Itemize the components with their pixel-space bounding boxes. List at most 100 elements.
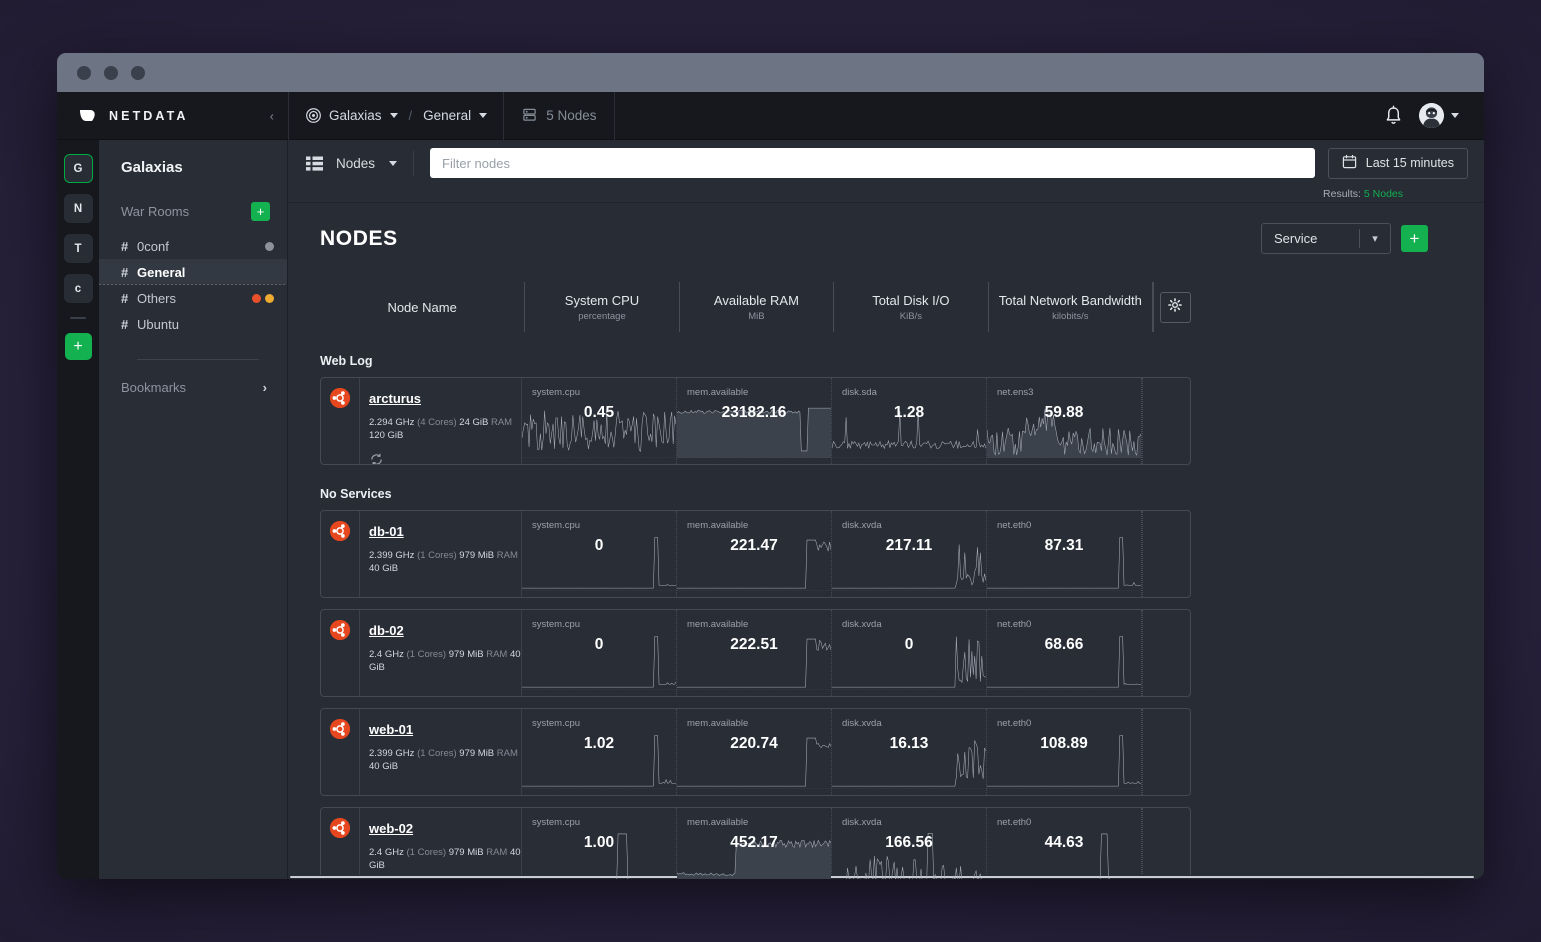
sidebar-item-label: 0conf: [137, 239, 265, 254]
sidebar-item-general[interactable]: # General: [99, 259, 287, 285]
metric-cell-mem-available[interactable]: mem.available 221.47: [677, 511, 832, 597]
table-row[interactable]: db-02 2.4 GHz (1 Cores) 979 MiB RAM 40 G…: [320, 609, 1191, 697]
metric-cell-net-eth0[interactable]: net.eth0 108.89: [987, 709, 1142, 795]
metric-value: 108.89: [987, 735, 1141, 753]
node-name-link[interactable]: web-01: [369, 722, 413, 737]
metric-cell-disk-xvda[interactable]: disk.xvda 217.11: [832, 511, 987, 597]
node-os-cell: [321, 378, 360, 464]
column-header-total-disk-io[interactable]: Total Disk I/O KiB/s: [833, 282, 987, 332]
add-space-button[interactable]: +: [65, 333, 92, 360]
node-memory: 979 MiB: [449, 649, 484, 660]
column-header-node-name[interactable]: Node Name: [320, 282, 524, 332]
metric-cell-disk-sda[interactable]: disk.sda 1.28: [832, 378, 987, 464]
node-specs: 2.4 GHz (1 Cores) 979 MiB RAM 40 GiB: [369, 846, 521, 873]
rail-divider: [70, 317, 86, 319]
nav-divider-3: [614, 92, 615, 140]
chevron-down-icon[interactable]: [390, 113, 398, 118]
space-button-c-label: c: [75, 283, 81, 295]
metric-cell-net-eth0[interactable]: net.eth0 68.66: [987, 610, 1142, 696]
metric-label: mem.available: [687, 387, 831, 398]
browser-window: NETDATA ‹ Galaxias /: [57, 53, 1484, 879]
space-button-c[interactable]: c: [64, 274, 93, 303]
user-menu[interactable]: [1419, 103, 1459, 128]
list-view-icon: [306, 156, 323, 171]
node-specs: 2.294 GHz (4 Cores) 24 GiB RAM 120 GiB: [369, 416, 521, 443]
table-row[interactable]: web-02 2.4 GHz (1 Cores) 979 MiB RAM 40 …: [320, 807, 1191, 879]
window-maximize-button[interactable]: [131, 66, 145, 80]
sidebar-item-bookmarks[interactable]: Bookmarks ›: [99, 360, 287, 395]
node-count-button[interactable]: 5 Nodes: [504, 92, 614, 139]
node-name-link[interactable]: db-01: [369, 524, 404, 539]
add-filter-button[interactable]: +: [1401, 225, 1428, 252]
metric-cell-disk-xvda[interactable]: disk.xvda 16.13: [832, 709, 987, 795]
chevron-down-icon[interactable]: [389, 161, 397, 166]
node-name-link[interactable]: db-02: [369, 623, 404, 638]
metric-cell-system-cpu[interactable]: system.cpu 0: [522, 610, 677, 696]
time-range-picker[interactable]: Last 15 minutes: [1328, 148, 1468, 179]
table-row[interactable]: arcturus 2.294 GHz (4 Cores) 24 GiB RAM …: [320, 377, 1191, 465]
node-name-link[interactable]: web-02: [369, 821, 413, 836]
node-memory: 979 MiB: [449, 847, 484, 858]
page-title: NODES: [320, 227, 398, 251]
breadcrumb-room[interactable]: General: [423, 108, 487, 123]
view-type-label: Nodes: [336, 156, 375, 171]
app-body: G N T c + Galaxias Wa: [57, 140, 1484, 879]
breadcrumb: Galaxias / General: [289, 92, 503, 139]
sync-icon[interactable]: [369, 452, 384, 465]
node-memory: 979 MiB: [459, 748, 494, 759]
metric-cell-system-cpu[interactable]: system.cpu 0: [522, 511, 677, 597]
metric-cell-net-ens3[interactable]: net.ens3 59.88: [987, 378, 1142, 464]
column-header-total-network-bandwidth[interactable]: Total Network Bandwidth kilobits/s: [988, 282, 1152, 332]
nodes-scroll-area[interactable]: NODES Service ▾ +: [288, 202, 1484, 879]
metric-cell-mem-available[interactable]: mem.available 220.74: [677, 709, 832, 795]
metric-cell-disk-xvda[interactable]: disk.xvda 166.56: [832, 808, 987, 879]
sidebar-item-ubuntu[interactable]: # Ubuntu: [99, 311, 287, 337]
search-input[interactable]: [430, 148, 1315, 178]
chevron-down-icon[interactable]: [479, 113, 487, 118]
space-button-g-label: G: [74, 163, 83, 175]
status-dot-grey: [265, 242, 274, 251]
add-war-room-button[interactable]: +: [251, 202, 270, 221]
hash-icon: #: [121, 291, 137, 306]
toolbar-divider: [413, 151, 414, 176]
table-settings-button[interactable]: [1160, 292, 1191, 323]
page-header-controls: Service ▾ +: [1261, 223, 1428, 254]
metric-label: system.cpu: [532, 387, 676, 398]
sidebar-collapse-icon[interactable]: ‹: [270, 108, 274, 123]
metric-cell-disk-xvda[interactable]: disk.xvda 0: [832, 610, 987, 696]
notifications-bell-icon[interactable]: [1383, 104, 1404, 127]
node-disk: 120 GiB: [369, 430, 403, 441]
view-type-picker[interactable]: Nodes: [306, 156, 413, 171]
space-button-n[interactable]: N: [64, 194, 93, 223]
metric-cell-system-cpu[interactable]: system.cpu 0.45: [522, 378, 677, 464]
sidebar-item-others[interactable]: # Others: [99, 285, 287, 311]
space-button-g[interactable]: G: [64, 154, 93, 183]
table-row[interactable]: web-01 2.399 GHz (1 Cores) 979 MiB RAM 4…: [320, 708, 1191, 796]
sidebar-item-0conf[interactable]: # 0conf: [99, 233, 287, 259]
chevron-down-icon[interactable]: [1451, 113, 1459, 118]
node-os-cell: [321, 610, 360, 696]
window-close-button[interactable]: [77, 66, 91, 80]
brand-area[interactable]: NETDATA ‹: [57, 92, 288, 139]
chevron-down-icon[interactable]: ▾: [1360, 232, 1390, 245]
metric-cell-mem-available[interactable]: mem.available 452.17: [677, 808, 832, 879]
node-os-cell: [321, 511, 360, 597]
column-header-available-ram[interactable]: Available RAM MiB: [679, 282, 833, 332]
metric-cell-mem-available[interactable]: mem.available 222.51: [677, 610, 832, 696]
space-button-t[interactable]: T: [64, 234, 93, 263]
metric-cell-net-eth0[interactable]: net.eth0 44.63: [987, 808, 1142, 879]
metric-label: disk.xvda: [842, 520, 986, 531]
table-row[interactable]: db-01 2.399 GHz (1 Cores) 979 MiB RAM 40…: [320, 510, 1191, 598]
metric-cell-system-cpu[interactable]: system.cpu 1.02: [522, 709, 677, 795]
window-minimize-button[interactable]: [104, 66, 118, 80]
node-cpu-freq: 2.4 GHz: [369, 649, 404, 660]
node-name-link[interactable]: arcturus: [369, 391, 421, 406]
service-group-select[interactable]: Service ▾: [1261, 223, 1391, 254]
column-header-system-cpu[interactable]: System CPU percentage: [524, 282, 678, 332]
metric-cell-mem-available[interactable]: mem.available 23182.16: [677, 378, 832, 464]
breadcrumb-room-label: General: [423, 108, 471, 123]
metric-cell-system-cpu[interactable]: system.cpu 1.00: [522, 808, 677, 879]
node-name-cell: arcturus 2.294 GHz (4 Cores) 24 GiB RAM …: [360, 378, 522, 464]
breadcrumb-space[interactable]: Galaxias: [305, 107, 398, 124]
metric-cell-net-eth0[interactable]: net.eth0 87.31: [987, 511, 1142, 597]
